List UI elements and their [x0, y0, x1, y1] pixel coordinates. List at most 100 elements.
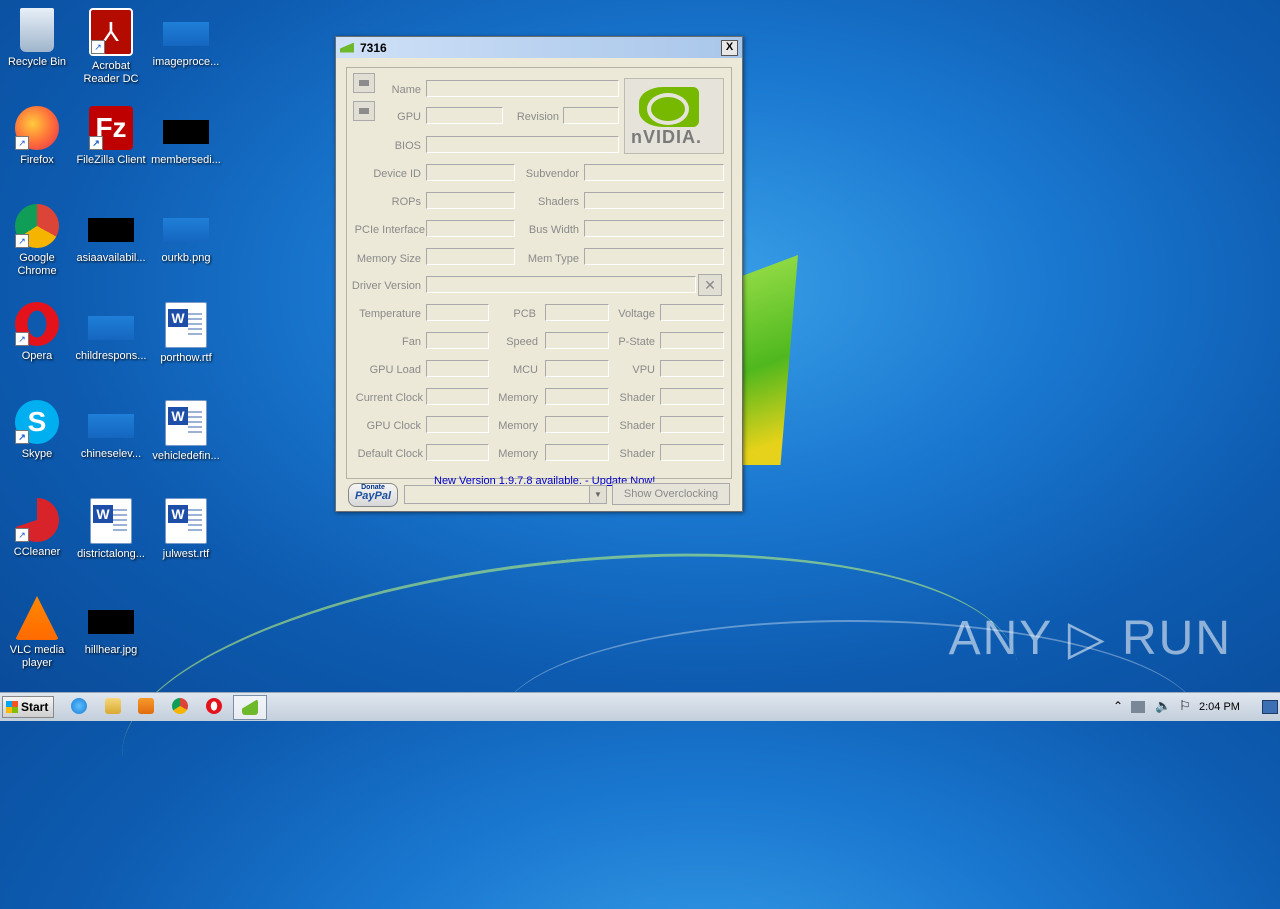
flag-icon[interactable]: ⚐: [1179, 698, 1191, 714]
pcie-interface-label: PCIe Interface: [354, 224, 425, 236]
desktop-icon-label: Skype: [21, 448, 53, 460]
mem-type-field: [584, 248, 724, 265]
desktop-icon-ccleaner[interactable]: ↗ CCleaner: [0, 498, 74, 559]
desktop-icon-membersedi[interactable]: membersedi...: [149, 106, 223, 167]
desktop-icon-label: Recycle Bin: [7, 56, 67, 68]
file-icon: [163, 218, 209, 242]
shader-label: Shader: [619, 448, 655, 460]
ccleaner-icon: ↗: [15, 498, 59, 542]
device-id-label: Device ID: [373, 168, 421, 180]
chrome-icon[interactable]: [172, 698, 188, 714]
network-icon[interactable]: [1131, 701, 1145, 713]
rops-field: [426, 192, 515, 209]
opera-icon[interactable]: [206, 698, 222, 714]
driver-close-icon[interactable]: ✕: [698, 274, 722, 296]
image-file-icon: [88, 218, 134, 242]
bios-label: BIOS: [394, 140, 421, 152]
fan-field: [426, 332, 489, 349]
desktop-icon-porthow[interactable]: W porthow.rtf: [149, 302, 223, 365]
pcie-interface-field: [426, 220, 515, 237]
driver-version-label: Driver Version: [351, 280, 421, 292]
shaders-label: Shaders: [538, 196, 579, 208]
menu-button[interactable]: [353, 101, 375, 121]
nvidia-icon: [340, 42, 354, 53]
desktop-icon-firefox[interactable]: ↗ Firefox: [0, 106, 74, 167]
paypal-donate-button[interactable]: Donate PayPal: [348, 483, 398, 507]
screenshot-button[interactable]: [353, 73, 375, 93]
chevron-down-icon: ▼: [589, 486, 606, 503]
desktop-icon-chineselev[interactable]: chineselev...: [74, 400, 148, 461]
desktop-icon-label: imageproce...: [152, 56, 220, 68]
file-icon: [163, 22, 209, 46]
desktop-icon-ourkb[interactable]: ourkb.png: [149, 204, 223, 265]
desktop-icon-vehicledefin[interactable]: W vehicledefin...: [149, 400, 223, 463]
filezilla-icon: Fz ↗: [89, 106, 133, 150]
start-label: Start: [21, 700, 49, 714]
desktop-icon-label: julwest.rtf: [162, 548, 210, 560]
close-button[interactable]: X: [721, 39, 738, 56]
show-desktop-icon[interactable]: [1262, 700, 1278, 714]
default-clock-field: [426, 444, 489, 461]
gpu-select-dropdown[interactable]: ▼: [404, 485, 607, 504]
gpu-shader-field: [660, 416, 724, 433]
opera-icon: ↗: [15, 302, 59, 346]
ie-icon[interactable]: [71, 698, 87, 714]
paypal-label: PayPal: [354, 490, 392, 502]
desktop-icon-chrome[interactable]: ↗ Google Chrome: [0, 204, 74, 278]
desktop-icon-label: childrespons...: [75, 350, 147, 362]
clock[interactable]: 2:04 PM: [1199, 701, 1240, 713]
gpu-field: [426, 107, 503, 124]
desktop-icon-asiaavailabil[interactable]: asiaavailabil...: [74, 204, 148, 265]
name-field: [426, 80, 619, 97]
current-shader-field: [660, 388, 724, 405]
desktop-icon-label: chineselev...: [80, 448, 142, 460]
volume-icon[interactable]: 🔈: [1155, 698, 1171, 714]
desktop-icon-label: VLC media player: [9, 644, 65, 669]
desktop-icon-filezilla[interactable]: Fz ↗ FileZilla Client: [74, 106, 148, 167]
gpu-clock-field: [426, 416, 489, 433]
default-memory-field: [545, 444, 609, 461]
vpu-field: [660, 360, 724, 377]
camera-icon: [359, 80, 369, 86]
name-label: Name: [391, 84, 421, 96]
windows-logo-icon: [6, 701, 18, 713]
show-hidden-icons-icon[interactable]: ⌃: [1113, 699, 1123, 713]
show-overclocking-button[interactable]: Show Overclocking: [612, 483, 730, 505]
desktop-icon-label: ourkb.png: [161, 252, 211, 264]
revision-field: [563, 107, 619, 124]
title-bar[interactable]: 7316 X: [336, 37, 742, 58]
vpu-label: VPU: [632, 364, 655, 376]
desktop-icon-childrespons[interactable]: childrespons...: [74, 302, 148, 363]
gpu-label: GPU: [397, 111, 421, 123]
gpu-info-window[interactable]: 7316 X Name GPU Revision BIOS nVIDIA. De…: [335, 36, 743, 512]
explorer-icon[interactable]: [105, 698, 121, 714]
desktop-icon-imageproce[interactable]: imageproce...: [149, 8, 223, 69]
desktop-icon-skype[interactable]: S ↗ Skype: [0, 400, 74, 461]
desktop-icon-hillhear[interactable]: hillhear.jpg: [74, 596, 148, 657]
pcb-field: [545, 304, 609, 321]
temperature-label: Temperature: [359, 308, 421, 320]
desktop-icon-label: asiaavailabil...: [76, 252, 146, 264]
word-document-icon: W: [90, 498, 132, 544]
media-player-icon[interactable]: [138, 698, 154, 714]
start-button[interactable]: Start: [2, 696, 54, 718]
rops-label: ROPs: [391, 196, 421, 208]
acrobat-icon: ⅄ ↗: [89, 8, 133, 56]
memory-label: Memory: [498, 448, 538, 460]
shader-label: Shader: [619, 392, 655, 404]
desktop-icon-districtalong[interactable]: W districtalong...: [74, 498, 148, 561]
mem-type-label: Mem Type: [527, 253, 579, 265]
desktop-icon-opera[interactable]: ↗ Opera: [0, 302, 74, 363]
image-file-icon: [88, 610, 134, 634]
driver-version-field: [426, 276, 696, 293]
taskbar-gpu-app[interactable]: [233, 695, 267, 720]
desktop-icon-recycle-bin[interactable]: Recycle Bin: [0, 8, 74, 69]
desktop-icon-acrobat[interactable]: ⅄ ↗ Acrobat Reader DC: [74, 8, 148, 86]
desktop-icon-julwest[interactable]: W julwest.rtf: [149, 498, 223, 561]
chrome-icon: ↗: [15, 204, 59, 248]
speed-field: [545, 332, 609, 349]
desktop-icon-vlc[interactable]: VLC media player: [0, 596, 74, 670]
gpu-load-field: [426, 360, 489, 377]
window-title: 7316: [360, 40, 387, 55]
memory-size-field: [426, 248, 515, 265]
